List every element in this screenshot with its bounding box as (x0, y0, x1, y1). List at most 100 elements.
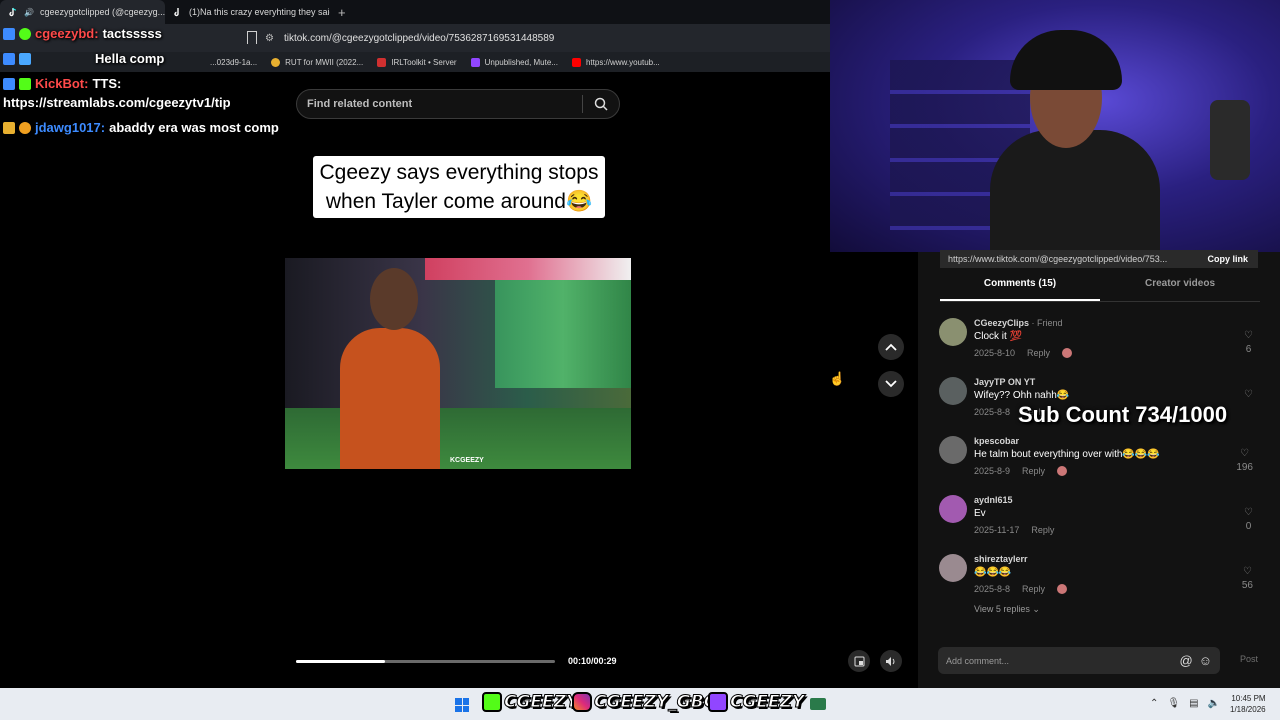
bookmark-label: RUT for MWII (2022... (285, 57, 364, 67)
like-button[interactable]: ♡ 56 (1242, 566, 1253, 591)
miniplayer-icon (854, 656, 864, 666)
reply-button[interactable]: Reply (1027, 348, 1050, 358)
video-time: 00:10/00:29 (568, 656, 617, 666)
video-progress-bar[interactable] (296, 660, 555, 663)
like-button[interactable]: ♡ 196 (1236, 448, 1253, 473)
kick-icon (482, 692, 502, 712)
tiktok-favicon-icon (173, 7, 183, 17)
system-tray: ⌃ 🎙 ▤ 🔈 (1150, 698, 1220, 709)
creator-liked-avatar (1057, 466, 1068, 476)
site-info-icon[interactable]: ⚙ (265, 33, 274, 44)
browser-tab[interactable]: (1)Na this crazy everyhting they said ✕ (165, 0, 330, 24)
chevron-up-icon[interactable]: ⌃ (1150, 698, 1158, 709)
avatar[interactable] (939, 554, 967, 582)
twitch-handle: CGEEZY (708, 692, 805, 713)
clock-time: 10:45 PM (1231, 694, 1266, 703)
mouse-cursor-icon: ☝ (829, 371, 846, 386)
bookmark-item[interactable]: RUT for MWII (2022... (271, 57, 364, 67)
arcade-lights (425, 258, 631, 280)
bookmark-label: Unpublished, Mute... (484, 57, 558, 67)
browser-tab-active[interactable]: 🔊 cgeezygotclipped (@cgeezyg... ✕ (0, 0, 165, 24)
bookmark-label: ...023d9-1a... (210, 57, 258, 67)
comment-text: Clock it 💯 (974, 331, 1023, 342)
bookmark-label: https://www.youtub... (585, 57, 660, 67)
mention-icon[interactable]: @ (1180, 653, 1193, 668)
avatar[interactable] (939, 495, 967, 523)
video-progress-fill (296, 660, 386, 663)
avatar[interactable] (939, 436, 967, 464)
reply-button[interactable]: Reply (1031, 525, 1054, 535)
chat-text: abaddy era was most comp (109, 120, 279, 135)
network-icon[interactable]: ▤ (1189, 698, 1198, 709)
comment-tools: @ ☺ (1180, 653, 1212, 668)
microphone-icon[interactable]: 🎙 (1167, 698, 1180, 709)
bookmark-label: IRLToolkit • Server (391, 57, 457, 67)
speaker-icon: 🔊 (24, 7, 34, 17)
chat-text: Hella comp (95, 51, 165, 66)
comments-panel (918, 252, 1280, 688)
heart-icon: ♡ (1242, 566, 1252, 577)
post-button[interactable]: Post (1240, 654, 1258, 664)
terminal-app-icon[interactable] (810, 698, 826, 710)
bookmark-item[interactable]: Unpublished, Mute... (470, 57, 558, 67)
star-badge-icon (19, 27, 31, 40)
tab-creator-videos[interactable]: Creator videos (1100, 278, 1260, 301)
add-comment-field[interactable]: Add comment... @ ☺ (938, 647, 1220, 674)
system-clock[interactable]: 10:45 PM 1/18/2026 (1230, 693, 1266, 715)
verified-badge-icon (3, 77, 15, 90)
miniplayer-button[interactable] (848, 650, 870, 672)
view-replies-button[interactable]: View 5 replies ⌄ (974, 604, 1040, 615)
copy-link-button[interactable]: Copy link (1207, 254, 1258, 264)
new-tab-button[interactable]: + (330, 5, 354, 20)
sub-badge-icon (19, 52, 31, 65)
like-button[interactable]: ♡ 0 (1244, 507, 1253, 532)
like-button[interactable]: ♡ (1244, 389, 1253, 400)
reply-button[interactable]: Reply (1022, 466, 1045, 476)
windows-start-icon[interactable] (455, 698, 469, 712)
bookmark-item[interactable]: https://www.youtub... (571, 57, 660, 67)
level-badge-icon (19, 121, 31, 134)
comment-username[interactable]: JayyTP ON YT (974, 377, 1035, 387)
emoji-icon[interactable]: ☺ (1199, 653, 1212, 668)
comment-username[interactable]: kpescobar (974, 436, 1019, 446)
reply-button[interactable]: Reply (1022, 584, 1045, 594)
tiktok-favicon-icon (8, 7, 18, 17)
bookmark-item[interactable]: IRLToolkit • Server (377, 57, 457, 67)
next-video-button[interactable] (878, 371, 904, 397)
verified-badge-icon (3, 52, 15, 65)
search-input[interactable]: Find related content (297, 98, 582, 110)
streamer-hood (1010, 30, 1122, 90)
search-icon (594, 97, 608, 111)
comment-username[interactable]: CGeezyClips · Friend (974, 318, 1063, 328)
microphone (1210, 100, 1250, 180)
streamer-hoodie (990, 130, 1160, 252)
like-button[interactable]: ♡ 6 (1244, 330, 1253, 355)
tab-comments[interactable]: Comments (15) (940, 278, 1100, 301)
chat-message: Hella comp (3, 51, 164, 66)
comment-username[interactable]: shireztaylerr (974, 554, 1028, 564)
speaker-icon[interactable]: 🔈 (1208, 698, 1220, 709)
bookmark-icon[interactable] (247, 31, 257, 44)
avatar[interactable] (939, 377, 967, 405)
arcade-machines (495, 278, 631, 388)
bot-badge-icon (19, 77, 31, 90)
crown-badge-icon (3, 121, 15, 134)
search-button[interactable] (583, 89, 619, 119)
avatar[interactable] (939, 318, 967, 346)
bookmark-item[interactable]: ...023d9-1a... (210, 58, 257, 67)
screen: 🔊 cgeezygotclipped (@cgeezyg... ✕ (1)Na … (0, 0, 1280, 720)
comment-username[interactable]: aydnl615 (974, 495, 1013, 505)
chat-text: https://streamlabs.com/cgeezytv1/tip (3, 95, 231, 110)
video-watermark: KCGEEZY (450, 457, 484, 464)
chat-message: cgeezybd: tactsssss (3, 26, 162, 41)
comment-date: 2025-8-8 (974, 407, 1011, 417)
comment-date: 2025-8-9 (974, 466, 1011, 476)
volume-button[interactable] (880, 650, 902, 672)
video-caption: Cgeezy says everything stops when Tayler… (313, 156, 605, 218)
comment-text: He talm bout everything over with😂😂😂 (974, 449, 1160, 460)
verified-badge-icon (3, 27, 15, 40)
address-bar[interactable]: ⚙ tiktok.com/@cgeezygotclipped/video/753… (265, 28, 820, 48)
chat-username: KickBot: (35, 76, 89, 91)
previous-video-button[interactable] (878, 334, 904, 360)
webcam-feed (830, 0, 1280, 252)
